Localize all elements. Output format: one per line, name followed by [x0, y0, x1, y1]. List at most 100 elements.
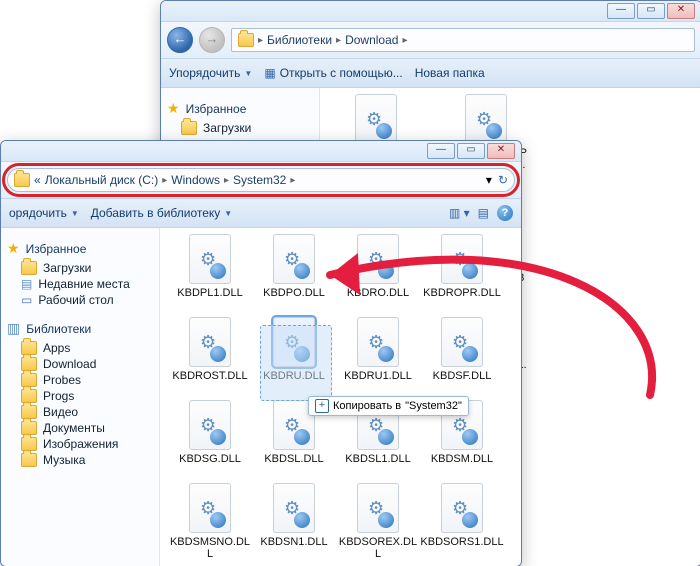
nav-favorites[interactable]: ★ Избранное [7, 240, 157, 257]
drag-tooltip: + Копировать в "System32" [308, 396, 469, 416]
add-to-library-label: Добавить в библиотеку [91, 206, 221, 220]
folder-icon [21, 405, 37, 419]
breadcrumb-segment[interactable]: Локальный диск (C:) [45, 173, 159, 187]
dll-file-icon [357, 317, 399, 367]
file-item[interactable]: KBDSF.DLL [420, 317, 504, 382]
file-item[interactable]: KBDSN1.DLL [252, 483, 336, 560]
file-item[interactable]: KBDSMSNO.DLL [168, 483, 252, 560]
view-options-icon[interactable]: ▥ ▾ [449, 206, 470, 220]
organize-label: орядочить [9, 206, 67, 220]
file-item[interactable]: KBDROST.DLL [168, 317, 252, 382]
file-icon [355, 94, 397, 144]
nav-favorites-label: Избранное [186, 102, 247, 116]
new-folder-button[interactable]: Новая папка [415, 66, 485, 80]
toolbar: орядочить▼ Добавить в библиотеку▼ ▥ ▾ ▤ … [1, 199, 521, 228]
nav-item-label: Недавние места [38, 277, 129, 291]
nav-item-label: Документы [43, 421, 105, 435]
dll-file-icon [273, 234, 315, 284]
breadcrumb-segment[interactable]: Библиотеки [267, 33, 332, 47]
folder-icon [21, 389, 37, 403]
preview-pane-icon[interactable]: ▤ [478, 206, 489, 220]
organize-button[interactable]: Упорядочить▼ [169, 66, 252, 80]
add-to-library-button[interactable]: Добавить в библиотеку▼ [91, 206, 232, 220]
dll-file-icon [441, 317, 483, 367]
nav-item-library[interactable]: Музыка [7, 452, 157, 468]
file-label: KBDSORS1.DLL [420, 536, 504, 548]
breadcrumb-sep: ▸ [402, 35, 407, 46]
file-item[interactable]: KBDROPR.DLL [420, 234, 504, 299]
file-item[interactable]: KBDPO.DLL [252, 234, 336, 299]
file-label: KBDSN1.DLL [252, 536, 336, 548]
nav-item-recent[interactable]: ▤ Недавние места [7, 276, 157, 292]
organize-button[interactable]: орядочить▼ [9, 206, 79, 220]
file-label: KBDSM.DLL [420, 453, 504, 465]
nav-item-downloads[interactable]: Загрузки [167, 120, 317, 136]
back-button[interactable]: ← [167, 27, 193, 53]
dll-file-icon [189, 317, 231, 367]
toolbar: Упорядочить▼ ▦ Открыть с помощью... Нова… [161, 59, 700, 88]
nav-item-downloads[interactable]: Загрузки [7, 260, 157, 276]
file-item[interactable]: KBDSORS1.DLL [420, 483, 504, 560]
nav-favorites[interactable]: ★ Избранное [167, 100, 317, 117]
desktop-icon: ▭ [21, 293, 32, 307]
file-item[interactable]: KBDSG.DLL [168, 400, 252, 465]
breadcrumb-sep: ▸ [224, 175, 229, 186]
refresh-icon[interactable]: ↻ [498, 173, 508, 187]
file-label: KBDROPR.DLL [420, 287, 504, 299]
nav-item-label: Загрузки [43, 261, 91, 275]
file-label: KBDSL.DLL [252, 453, 336, 465]
nav-item-desktop[interactable]: ▭ Рабочий стол [7, 292, 157, 308]
nav-item-label: Рабочий стол [38, 293, 113, 307]
file-label: KBDRU1.DLL [336, 370, 420, 382]
folder-icon [21, 261, 37, 275]
forward-button[interactable]: → [199, 27, 225, 53]
nav-libraries[interactable]: ▥ Библиотеки [7, 320, 157, 337]
file-item[interactable]: KBDSOREX.DLL [336, 483, 420, 560]
file-item[interactable]: KBDRU1.DLL [336, 317, 420, 382]
nav-item-label: Download [43, 357, 96, 371]
dll-file-icon [273, 483, 315, 533]
file-item[interactable]: KBDRO.DLL [336, 234, 420, 299]
open-with-button[interactable]: ▦ Открыть с помощью... [264, 66, 402, 80]
folder-icon [21, 437, 37, 451]
minimize-button[interactable]: — [607, 3, 635, 19]
new-folder-label: Новая папка [415, 66, 485, 80]
file-label: KBDROST.DLL [168, 370, 252, 382]
file-item[interactable]: KBDPL1.DLL [168, 234, 252, 299]
drag-tooltip-target: "System32" [405, 400, 462, 412]
breadcrumb-sep: ▸ [290, 175, 295, 186]
folder-icon [21, 421, 37, 435]
file-label: KBDPL1.DLL [168, 287, 252, 299]
titlebar: — ▭ ✕ [161, 1, 700, 22]
nav-item-label: Progs [43, 389, 74, 403]
breadcrumb-segment[interactable]: Windows [171, 173, 220, 187]
dll-file-icon [357, 234, 399, 284]
file-label: KBDSMSNO.DLL [168, 536, 252, 560]
close-button[interactable]: ✕ [667, 3, 695, 19]
titlebar: — ▭ ✕ [1, 141, 521, 162]
file-label: KBDSL1.DLL [336, 453, 420, 465]
chevron-down-icon[interactable]: ▾ [486, 173, 492, 187]
maximize-button[interactable]: ▭ [637, 3, 665, 19]
file-icon [465, 94, 507, 144]
dll-file-icon [441, 483, 483, 533]
close-button[interactable]: ✕ [487, 143, 515, 159]
folder-icon [21, 373, 37, 387]
nav-favorites-label: Избранное [26, 242, 87, 256]
breadcrumb-segment[interactable]: Download [345, 33, 398, 47]
help-icon[interactable]: ? [497, 205, 513, 221]
star-icon: ★ [167, 100, 180, 117]
minimize-button[interactable]: — [427, 143, 455, 159]
organize-label: Упорядочить [169, 66, 240, 80]
address-bar[interactable]: « Локальный диск (C:) ▸ Windows ▸ System… [7, 168, 515, 192]
folder-icon [14, 173, 30, 187]
breadcrumb-segment[interactable]: System32 [233, 173, 286, 187]
dll-file-icon [189, 483, 231, 533]
folder-icon [238, 33, 254, 47]
breadcrumb-sep: ▸ [336, 35, 341, 46]
nav-item-label: Probes [43, 373, 81, 387]
maximize-button[interactable]: ▭ [457, 143, 485, 159]
folder-icon [21, 357, 37, 371]
address-bar[interactable]: ▸ Библиотеки ▸ Download ▸ [231, 28, 695, 52]
file-label: KBDPO.DLL [252, 287, 336, 299]
